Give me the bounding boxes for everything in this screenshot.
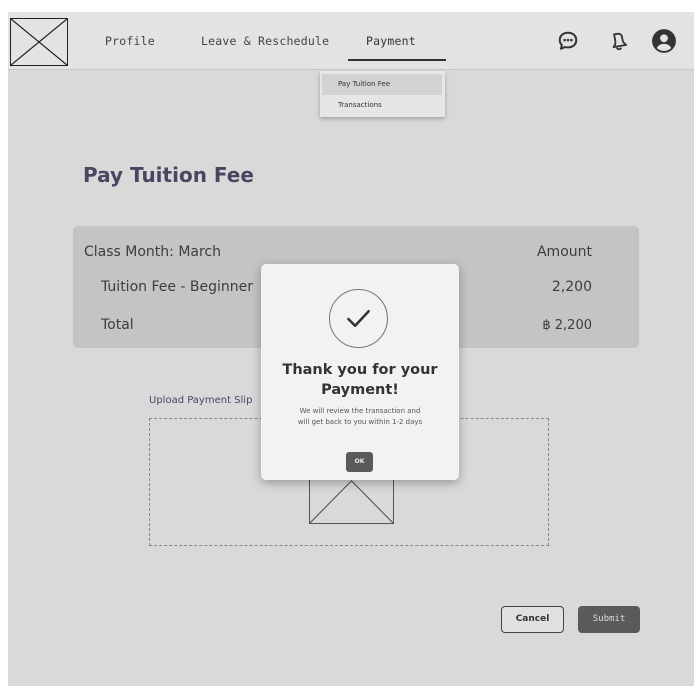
dropdown-item-transactions[interactable]: Transactions (320, 95, 445, 116)
nav-leave-reschedule[interactable]: Leave & Reschedule (201, 34, 329, 48)
page-title: Pay Tuition Fee (83, 163, 254, 187)
user-avatar-icon[interactable] (651, 28, 677, 54)
logo-placeholder-icon[interactable] (10, 18, 68, 66)
modal-message-line-1: We will review the transaction and (299, 407, 421, 415)
nav-profile[interactable]: Profile (105, 34, 155, 48)
modal-title-line-1: Thank you for your (282, 362, 438, 378)
cancel-button[interactable]: Cancel (501, 606, 564, 633)
check-icon (329, 289, 388, 348)
upload-payment-slip-label: Upload Payment Slip (149, 395, 253, 406)
total-amount: ฿ 2,200 (542, 318, 592, 333)
payment-success-modal: Thank you for your Payment! We will revi… (261, 264, 459, 480)
modal-title: Thank you for your Payment! (261, 360, 459, 400)
upload-image-placeholder-icon (309, 474, 394, 524)
amount-header: Amount (536, 244, 592, 260)
nav-payment[interactable]: Payment (366, 34, 416, 48)
payment-dropdown-menu: Pay Tuition Fee Transactions (320, 71, 445, 117)
modal-message-line-2: will get back to you within 1-2 days (297, 418, 423, 426)
class-month-label: Class Month: March (84, 244, 222, 260)
fee-row-amount: 2,200 (551, 279, 592, 295)
fee-row-label: Tuition Fee - Beginner (101, 279, 254, 295)
nav-active-underline (348, 59, 446, 61)
bell-icon[interactable] (608, 30, 630, 52)
total-label: Total (101, 317, 134, 333)
dropdown-item-pay-tuition-fee[interactable]: Pay Tuition Fee (322, 74, 442, 95)
modal-message: We will review the transaction and will … (275, 406, 445, 428)
submit-button[interactable]: Submit (578, 606, 640, 633)
ok-button[interactable]: OK (346, 452, 373, 472)
chat-icon[interactable] (557, 30, 579, 52)
modal-title-line-2: Payment! (321, 382, 399, 398)
